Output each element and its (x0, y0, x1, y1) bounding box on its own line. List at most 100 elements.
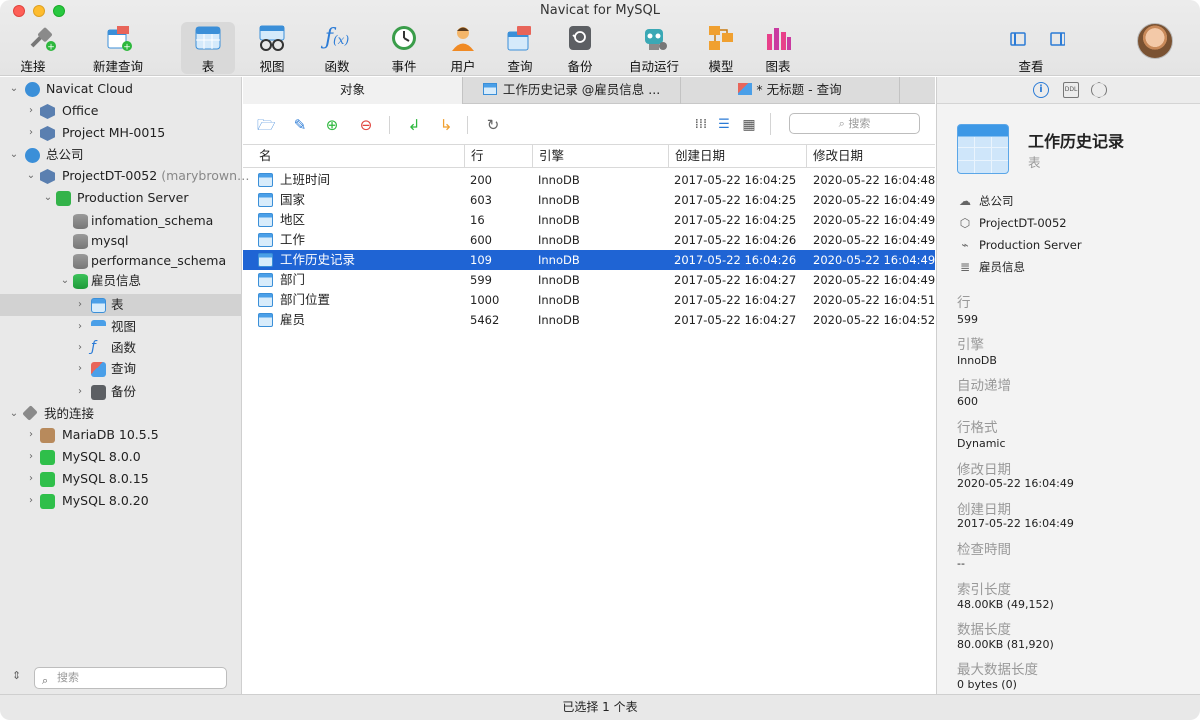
table-row[interactable]: 雇员 5462 InnoDB 2017-05-22 16:04:27 2020-05-2… (243, 310, 935, 330)
table-row[interactable]: 地区 16 InnoDB 2017-05-22 16:04:25 2020-05-22 … (243, 210, 935, 230)
table-row-selected[interactable]: 工作历史记录 109 InnoDB 2017-05-22 16:04:26 2020-0… (243, 250, 935, 270)
column-header-name[interactable]: 名 (253, 145, 464, 167)
query-button[interactable]: 查询 (493, 22, 547, 74)
tree-item-head-office[interactable]: ⌄ 总公司 (0, 144, 242, 166)
app-window: Navicat for MySQL +⌄ 连接 + 新建查询 表 视图 ƒ(x)… (0, 0, 1200, 720)
server-icon (56, 191, 71, 206)
chevron-right-icon[interactable]: › (74, 294, 86, 316)
user-button[interactable]: 用户 (436, 22, 490, 74)
tree-item-employee-info[interactable]: ⌄ 雇员信息 (0, 270, 242, 292)
info-icon[interactable]: i (1033, 82, 1049, 98)
tree-item-backups[interactable]: › 备份 (0, 381, 242, 403)
prop-label: 修改日期 (957, 462, 1011, 478)
chevron-right-icon[interactable]: › (74, 337, 86, 359)
chevron-down-icon[interactable]: ⌄ (59, 270, 71, 292)
mysql-icon (40, 450, 55, 465)
view-icon (91, 320, 106, 335)
cloud-icon (25, 148, 40, 163)
backup-button[interactable]: 备份 (553, 22, 607, 74)
status-bar: 已选择 1 个表 (0, 694, 1200, 720)
project-icon (40, 126, 55, 141)
table-icon (258, 193, 273, 207)
tree-item-mysql-8015[interactable]: › MySQL 8.0.15 (0, 468, 242, 490)
table-row[interactable]: 部门 599 InnoDB 2017-05-22 16:04:27 2020-05-22… (243, 270, 935, 290)
function-button[interactable]: ƒ(x) 函数 (310, 22, 364, 74)
chevron-right-icon[interactable]: › (74, 316, 86, 338)
ddl-icon[interactable]: DDL (1063, 82, 1079, 98)
chevron-down-icon[interactable]: ⌄ (8, 78, 20, 100)
chevron-right-icon[interactable]: › (25, 446, 37, 468)
tree-item-office[interactable]: › Office (0, 100, 242, 122)
table-row[interactable]: 部门位置 1000 InnoDB 2017-05-22 16:04:27 2020-05… (243, 290, 935, 310)
column-header-created[interactable]: 创建日期 (668, 145, 806, 167)
sidebar-search-input[interactable]: ⌕ 搜索 (34, 667, 227, 689)
chevron-right-icon[interactable]: › (74, 358, 86, 380)
column-header-modified[interactable]: 修改日期 (806, 145, 935, 167)
tab-objects[interactable]: 对象 (243, 77, 463, 104)
grid-view-icon[interactable]: ⁞⁞⁞ (692, 116, 710, 134)
table-row[interactable]: 工作 600 InnoDB 2017-05-22 16:04:26 2020-05-22… (243, 230, 935, 250)
chevron-right-icon[interactable]: › (25, 490, 37, 512)
column-header-engine[interactable]: 引擎 (532, 145, 668, 167)
table-button[interactable]: 表 (181, 22, 235, 74)
chevron-right-icon[interactable]: › (74, 381, 86, 403)
tree-item-views[interactable]: › 视图 (0, 316, 242, 338)
view-mode-button[interactable]: 查看 (1000, 22, 1070, 74)
automation-button[interactable]: 自动运行 (620, 22, 688, 74)
tree-item-queries[interactable]: › 查询 (0, 358, 242, 380)
query-icon (505, 24, 535, 52)
backup-icon (565, 24, 595, 52)
tree-item-functions[interactable]: › ƒ 函数 (0, 337, 242, 359)
query-icon (738, 83, 753, 95)
table-row[interactable]: 国家 603 InnoDB 2017-05-22 16:04:25 2020-05-22… (243, 190, 935, 210)
pencil-icon[interactable]: ✎ (291, 116, 309, 134)
chart-button[interactable]: 图表 (751, 22, 805, 74)
chevron-down-icon[interactable]: ⌄ (25, 165, 37, 187)
import-icon[interactable]: ↲ (405, 116, 423, 134)
user-avatar[interactable] (1137, 23, 1173, 59)
tree-item-mariadb[interactable]: › MariaDB 10.5.5 (0, 424, 242, 446)
event-button[interactable]: 事件 (377, 22, 431, 74)
chevron-right-icon[interactable]: › (25, 100, 37, 122)
tree-item-mysql-8020[interactable]: › MySQL 8.0.20 (0, 490, 242, 512)
tree-item-navicat-cloud[interactable]: ⌄ Navicat Cloud (0, 78, 242, 100)
object-search-input[interactable]: ⌕ 搜索 (789, 113, 920, 134)
detail-view-icon[interactable]: ▦ (740, 116, 758, 134)
tree-item-information-schema[interactable]: infomation_schema (0, 210, 242, 232)
robot-icon (639, 24, 669, 52)
table-row[interactable]: 上班时间 200 InnoDB 2017-05-22 16:04:25 2020-05-… (243, 170, 935, 190)
tree-item-tables[interactable]: › 表 (0, 294, 242, 316)
chevron-down-icon[interactable]: ⌄ (42, 187, 54, 209)
tab-untitled-query[interactable]: * 无标题 - 查询 (681, 77, 900, 104)
tree-item-projectdt-0052[interactable]: ⌄ ProjectDT-0052 (marybrown… (0, 165, 250, 187)
tree-item-my-connections[interactable]: ⌄ 我的连接 (0, 403, 242, 425)
dependency-icon[interactable] (1091, 82, 1107, 98)
tree-item-mysql[interactable]: mysql (0, 230, 242, 252)
prop-label: 创建日期 (957, 502, 1011, 518)
list-view-icon[interactable]: ☰ (715, 116, 733, 134)
chevron-right-icon[interactable]: › (25, 424, 37, 446)
sort-toggle-icon[interactable]: ⇕ (12, 669, 21, 682)
refresh-icon[interactable]: ↻ (484, 116, 502, 134)
search-icon: ⌕ (838, 117, 849, 130)
tree-item-production-server[interactable]: ⌄ Production Server (0, 187, 242, 209)
open-folder-icon[interactable]: 🗁 (257, 116, 276, 134)
chevron-right-icon[interactable]: › (25, 468, 37, 490)
tree-item-mysql-800[interactable]: › MySQL 8.0.0 (0, 446, 242, 468)
tab-work-history[interactable]: 工作历史记录 @雇员信息 ... (463, 77, 681, 104)
add-icon[interactable]: ⊕ (323, 116, 341, 134)
view-button[interactable]: 视图 (245, 22, 299, 74)
remove-icon[interactable]: ⊖ (357, 116, 375, 134)
new-query-button[interactable]: + 新建查询 (88, 22, 148, 74)
table-icon (957, 124, 1009, 174)
column-header-rows[interactable]: 行 (464, 145, 532, 167)
chevron-down-icon[interactable]: ⌄ (8, 403, 20, 425)
chevron-down-icon[interactable]: ⌄ (8, 144, 20, 166)
tree-item-performance-schema[interactable]: performance_schema (0, 250, 242, 272)
chevron-right-icon[interactable]: › (25, 122, 37, 144)
tree-item-project-mh-0015[interactable]: › Project MH-0015 (0, 122, 242, 144)
connect-button[interactable]: +⌄ 连接 (12, 22, 78, 74)
model-button[interactable]: 模型 (694, 22, 748, 74)
database-icon (73, 234, 88, 249)
export-icon[interactable]: ↳ (437, 116, 455, 134)
